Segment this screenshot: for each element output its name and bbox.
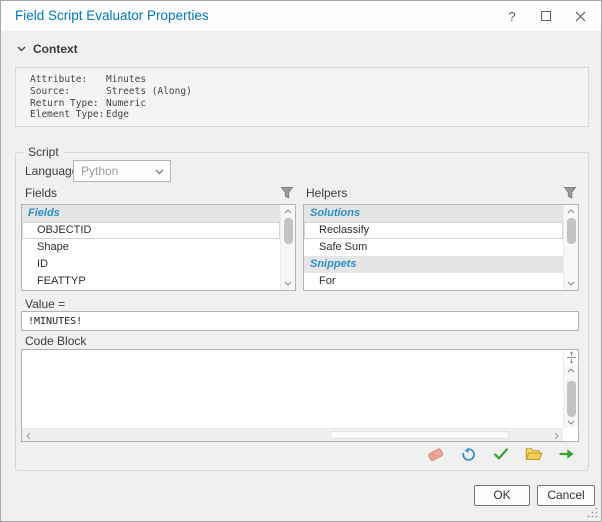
value-input[interactable] [21,311,579,331]
split-grip-icon [565,350,578,365]
maximize-icon [541,11,551,21]
chevron-down-icon [17,46,26,52]
eraser-icon [426,446,445,463]
list-group-header: Snippets [304,256,563,273]
code-block-hscrollbar[interactable] [22,428,563,441]
context-info-box: Attribute:Minutes Source:Streets (Along)… [15,67,589,127]
context-line: Element Type:Edge [30,109,588,121]
export-button[interactable] [557,445,577,463]
fields-filter-button[interactable] [280,186,295,201]
scroll-up-icon[interactable] [567,209,575,214]
code-block-vscrollbar[interactable] [563,350,578,428]
helpers-filter-button[interactable] [563,186,578,201]
code-block-label: Code Block [25,334,86,348]
context-line: Return Type:Numeric [30,98,588,110]
context-header-label: Context [33,42,78,56]
chevron-down-icon [155,169,164,175]
scroll-down-icon[interactable] [284,281,292,286]
help-icon: ? [508,9,515,24]
close-button[interactable] [563,1,597,31]
code-block-text[interactable] [26,352,560,425]
list-item[interactable]: Safe Sum [304,239,563,256]
context-section-toggle[interactable]: Context [17,41,78,57]
helpers-listbox: SolutionsReclassifySafe SumSnippetsFor [303,204,579,291]
verify-button[interactable] [491,445,511,463]
list-group-header: Fields [22,205,280,222]
open-folder-icon [525,447,543,461]
scroll-right-icon[interactable] [554,432,559,440]
list-item[interactable]: FEATTYP [22,273,280,290]
language-select[interactable]: Python [73,160,171,182]
close-icon [575,11,586,22]
filter-icon [280,186,294,200]
context-line: Source:Streets (Along) [30,86,588,98]
import-button[interactable] [524,445,544,463]
scrollbar-thumb[interactable] [567,381,576,417]
value-label: Value = [25,297,65,311]
script-toolbar [425,445,577,463]
context-line: Attribute:Minutes [30,74,588,86]
script-group-label: Script [23,145,64,159]
check-icon [493,447,509,461]
arrow-right-icon [559,447,575,461]
list-item[interactable]: OBJECTID [22,222,280,239]
list-group-header: Solutions [304,205,563,222]
scrollbar-thumb[interactable] [284,218,293,244]
field-script-evaluator-dialog: Field Script Evaluator Properties ? Cont… [0,0,602,522]
fields-label: Fields [25,186,57,200]
language-selected-value: Python [81,161,118,181]
scroll-down-icon[interactable] [567,420,575,425]
window-controls: ? [495,1,597,31]
window-title: Field Script Evaluator Properties [15,1,209,31]
undo-button[interactable] [458,445,478,463]
helpers-scrollbar[interactable] [563,205,578,290]
maximize-button[interactable] [529,1,563,31]
ok-button[interactable]: OK [474,485,530,506]
helpers-label: Helpers [306,186,347,200]
list-item[interactable]: Reclassify [304,222,563,239]
scrollbar-thumb[interactable] [567,218,576,244]
scrollbar-thumb[interactable] [330,431,509,439]
resize-grip[interactable] [587,507,598,518]
code-block-editor[interactable] [21,349,579,442]
fields-scrollbar[interactable] [280,205,295,290]
cancel-button[interactable]: Cancel [537,485,595,506]
filter-icon [563,186,577,200]
clear-button[interactable] [425,445,445,463]
splitter-handle[interactable] [564,350,578,365]
scroll-left-icon[interactable] [26,432,31,440]
list-item[interactable]: For [304,273,563,290]
scroll-up-icon[interactable] [284,209,292,214]
scroll-up-icon[interactable] [567,368,575,373]
title-bar: Field Script Evaluator Properties ? [1,1,601,31]
fields-listbox: FieldsOBJECTIDShapeIDFEATTYP [21,204,296,291]
undo-icon [460,446,477,463]
scroll-down-icon[interactable] [567,281,575,286]
help-button[interactable]: ? [495,1,529,31]
list-item[interactable]: ID [22,256,280,273]
list-item[interactable]: Shape [22,239,280,256]
